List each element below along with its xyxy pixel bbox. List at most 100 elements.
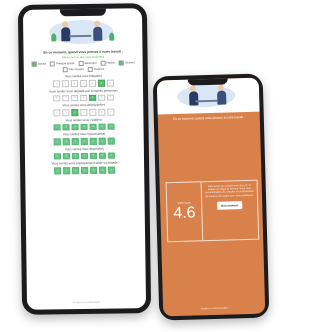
answer-option[interactable]: 5 (89, 79, 96, 87)
answer-option[interactable]: 3 (71, 109, 79, 116)
question-block: Vous sentez-vous «vidé(e)» 1 2 3 4 5 6 7 (30, 117, 137, 131)
phone-notch (59, 8, 106, 17)
answer-option[interactable]: 2 (63, 152, 70, 160)
answer-option[interactable]: 2 (62, 94, 69, 102)
illustration-person-right (93, 20, 103, 41)
answer-option[interactable]: 4 (80, 79, 87, 87)
answer-option[interactable]: 2 (63, 167, 70, 174)
answer-option[interactable]: 2 (62, 138, 70, 145)
answer-option[interactable]: 5 (90, 166, 97, 174)
question-list: Vous sentez-vous fatigué(e) 1 2 3 4 5 6 7 Vous s… (24, 73, 144, 174)
answer-option[interactable]: 5 (90, 152, 97, 159)
answer-option[interactable]: 7 (107, 79, 114, 87)
result-title: En ce moment, quand vous pensez à votre … (172, 115, 245, 122)
answer-option[interactable]: 6 (99, 152, 106, 159)
answer-option[interactable]: 3 (71, 80, 78, 87)
answer-option[interactable]: 2 (62, 109, 70, 116)
answer-option[interactable]: 1 (54, 167, 61, 174)
question-block: Vous sentez-vous physiquement faible ou … (31, 160, 138, 174)
phone-survey: En ce moment, quand vous pensez à votre … (17, 3, 152, 315)
answer-option[interactable]: 3 (72, 152, 79, 160)
answer-option[interactable]: 1 (53, 94, 60, 102)
question-label: Vous sentez-vous «vidé(e)» (65, 117, 103, 122)
question-label: Vous sentez-vous désespéré(e) (62, 102, 105, 108)
answer-scale: 1234567 (31, 123, 138, 131)
result-footer: Analyse en confidentialité (200, 306, 228, 311)
answer-scale: 1234567 (30, 108, 137, 116)
answer-option[interactable]: 6 (99, 166, 106, 174)
question-label: Vous sentez-vous fatigué(e) (64, 73, 102, 79)
illustration-person-right (217, 84, 227, 105)
question-label: Vous sentez-vous impuissant(e) (62, 131, 106, 137)
answer-scale: 1234567 (31, 166, 138, 174)
legend-label: Jamais (37, 62, 47, 66)
answer-option[interactable]: 1 (54, 152, 61, 160)
answer-option[interactable]: 4 (81, 152, 88, 160)
survey-subtitle: Dites-nous ce que vous ressentez (61, 54, 105, 60)
answer-option[interactable]: 5 (89, 108, 97, 116)
answer-option[interactable]: 5 (89, 137, 97, 145)
illustration-person-left (189, 85, 199, 106)
answer-option[interactable]: 4 (80, 108, 88, 116)
question-block: Vous sentez-vous déprimé(e) 1 2 3 4 5 6 7 (31, 146, 138, 160)
result-description: Votre score est compris entre 4,5 et 5 :… (205, 183, 254, 198)
illustration-plant-icon (51, 33, 57, 42)
answer-option[interactable]: 5 (89, 123, 97, 130)
answer-option[interactable]: 2 (62, 123, 70, 131)
answer-option[interactable]: 4 (80, 137, 88, 145)
answer-scale: 1234567 (30, 94, 137, 102)
question-label: Vous sentez-vous déprimé(e) (64, 146, 104, 151)
answer-option[interactable]: 3 (71, 138, 79, 145)
legend-label: Souvent (124, 61, 135, 65)
answer-option[interactable]: 6 (98, 79, 105, 87)
answer-option[interactable]: 6 (98, 123, 106, 130)
survey-footer: Analyse en confidentialité (72, 300, 101, 305)
answer-option[interactable]: 3 (72, 167, 79, 174)
answer-option[interactable]: 7 (108, 166, 115, 174)
score-value: 4.6 (173, 203, 196, 222)
answer-option[interactable]: 4 (80, 123, 88, 131)
answer-option[interactable]: 7 (107, 94, 114, 101)
question-block: Vous sentez-vous impuissant(e) 1 2 3 4 5 6 7 (31, 131, 138, 145)
legend-item: Toujours (87, 66, 105, 72)
legend-swatch (62, 67, 68, 73)
answer-option[interactable]: 4 (80, 94, 87, 102)
phone-notch (187, 78, 228, 86)
answer-legend: Jamais Presque jamais Rarement Parfois Souve… (24, 60, 143, 73)
answer-option[interactable]: 4 (81, 166, 88, 174)
answer-option[interactable]: 2 (62, 80, 69, 87)
answer-option[interactable]: 6 (98, 137, 106, 145)
answer-option[interactable]: 6 (98, 94, 105, 101)
question-block: Vous sentez-vous désespéré(e) 1 2 3 4 5 6 7 (30, 102, 137, 116)
question-label: Vous sentez-vous physiquement faible ou … (51, 160, 118, 166)
legend-swatch (100, 60, 106, 66)
legend-item: Jamais (31, 61, 47, 67)
legend-item: Parfois (100, 60, 115, 66)
legend-label: Très souvent (68, 68, 84, 72)
answer-option[interactable]: 7 (107, 123, 115, 130)
answer-option[interactable]: 6 (98, 108, 106, 116)
result-text-panel: Votre score est compris entre 4,5 et 5 :… (202, 181, 259, 241)
legend-label: Toujours (93, 67, 105, 71)
answer-option[interactable]: 1 (53, 109, 61, 116)
answer-option[interactable]: 3 (71, 123, 79, 131)
answer-scale: 1234567 (31, 137, 138, 145)
illustration-table (69, 34, 92, 38)
result-card: Votre score 4.6 Votre score est compris … (165, 179, 260, 243)
score-panel: Votre score 4.6 (166, 182, 204, 242)
legend-label: Rarement (84, 61, 97, 65)
legend-swatch (50, 61, 56, 67)
answer-option[interactable]: 7 (107, 108, 115, 116)
legend-swatch (118, 60, 124, 66)
survey-illustration (23, 16, 142, 48)
answer-option[interactable]: 1 (53, 123, 61, 131)
result-action-button[interactable]: Bon moment (217, 200, 243, 210)
answer-option[interactable]: 1 (53, 138, 61, 145)
legend-item: Très souvent (62, 67, 84, 73)
answer-option[interactable]: 7 (107, 137, 115, 145)
answer-option[interactable]: 5 (89, 94, 96, 101)
answer-option[interactable]: 7 (108, 152, 115, 159)
answer-option[interactable]: 1 (53, 80, 60, 87)
legend-item: Souvent (118, 60, 135, 66)
answer-option[interactable]: 3 (71, 94, 78, 102)
